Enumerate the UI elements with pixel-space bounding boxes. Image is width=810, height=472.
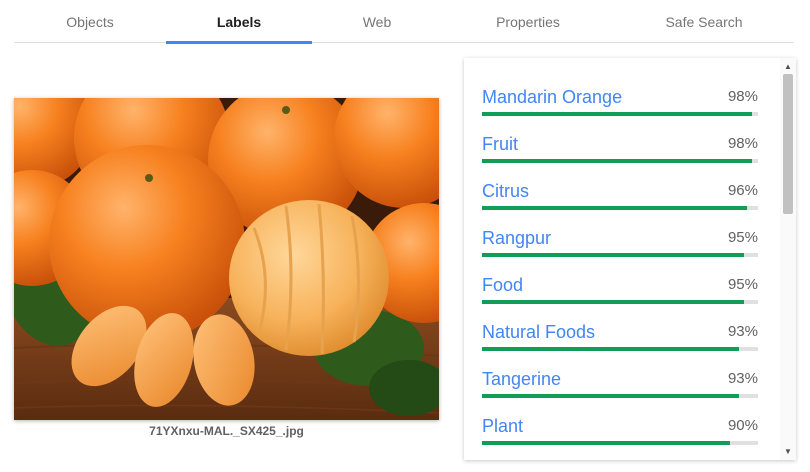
label-row[interactable]: Food 95%: [482, 255, 758, 304]
tab-objects[interactable]: Objects: [14, 0, 166, 43]
tab-properties[interactable]: Properties: [442, 0, 614, 43]
label-row[interactable]: Plant 90%: [482, 396, 758, 445]
label-percent: 95%: [727, 229, 758, 246]
label-name[interactable]: Tangerine: [482, 369, 561, 390]
label-percent: 90%: [727, 417, 758, 434]
label-percent: 98%: [727, 88, 758, 105]
label-name[interactable]: Plant: [482, 416, 523, 437]
label-row[interactable]: Fruit 98%: [482, 114, 758, 163]
label-name[interactable]: Food: [482, 275, 523, 296]
label-name[interactable]: Citrus: [482, 181, 529, 202]
label-row[interactable]: Clementine90%: [482, 443, 758, 460]
label-row[interactable]: Tangerine 93%: [482, 349, 758, 398]
label-percent: 93%: [727, 323, 758, 340]
label-name[interactable]: Natural Foods: [482, 322, 595, 343]
label-row[interactable]: Rangpur 95%: [482, 208, 758, 257]
labels-panel: Mandarin Orange 98% Fruit 98% Citrus 96% Rangp…: [464, 58, 796, 460]
tab-web[interactable]: Web: [312, 0, 442, 43]
label-row[interactable]: Mandarin Orange 98%: [482, 67, 758, 116]
scrollbar[interactable]: ▲ ▼: [780, 58, 796, 460]
scroll-down-arrow-icon[interactable]: ▼: [780, 447, 796, 456]
analyzed-image: [14, 98, 439, 420]
tab-labels[interactable]: Labels: [166, 0, 312, 44]
label-name[interactable]: Rangpur: [482, 228, 551, 249]
label-row[interactable]: Citrus 96%: [482, 161, 758, 210]
label-percent: 96%: [727, 182, 758, 199]
scroll-up-arrow-icon[interactable]: ▲: [780, 62, 796, 71]
image-filename: 71YXnxu-MAL._SX425_.jpg: [149, 424, 304, 438]
label-row[interactable]: Natural Foods 93%: [482, 302, 758, 351]
label-percent: 93%: [727, 370, 758, 387]
mandarin-oranges-photo: [14, 98, 439, 420]
tab-safe-search[interactable]: Safe Search: [614, 0, 794, 43]
tab-bar: Objects Labels Web Properties Safe Searc…: [14, 0, 794, 44]
label-name[interactable]: Mandarin Orange: [482, 87, 622, 108]
label-name[interactable]: Fruit: [482, 134, 518, 155]
scrollbar-thumb[interactable]: [783, 74, 793, 214]
label-percent: 98%: [727, 135, 758, 152]
label-percent: 95%: [727, 276, 758, 293]
